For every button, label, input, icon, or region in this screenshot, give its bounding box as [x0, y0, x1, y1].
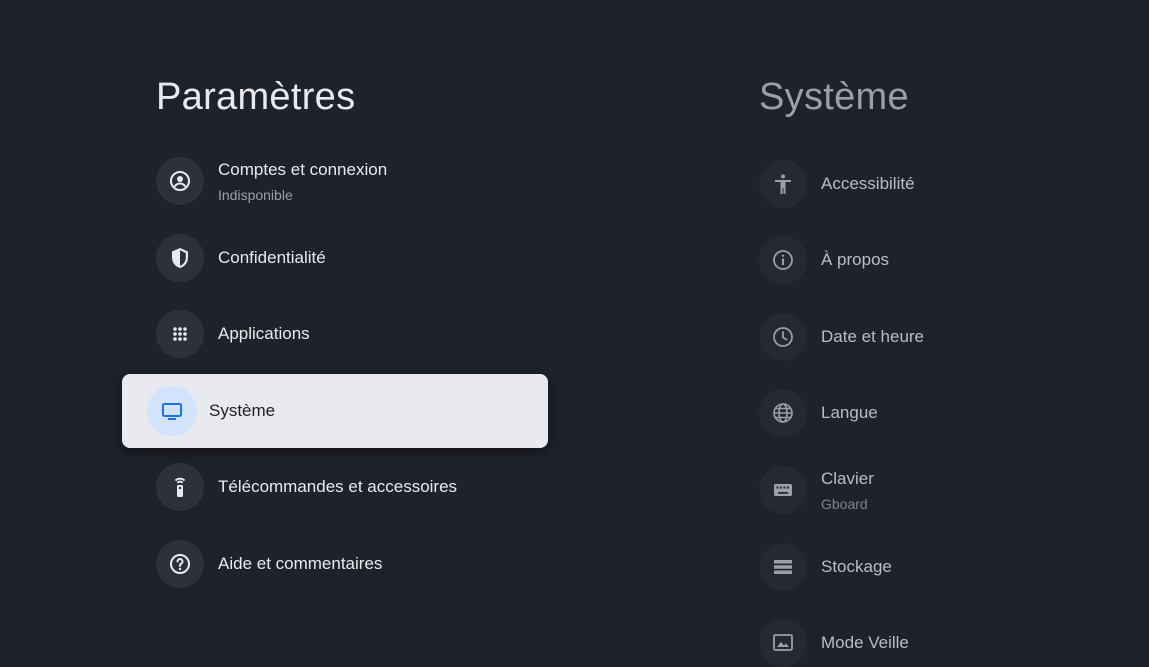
accessibility-icon [759, 160, 807, 208]
tv-icon [147, 386, 197, 436]
page-title: Paramètres [156, 76, 356, 118]
menu-item-label: Stockage [821, 557, 892, 576]
storage-icon [759, 543, 807, 591]
clock-icon [759, 313, 807, 361]
menu-item-privacy[interactable]: Confidentialité [156, 234, 548, 282]
panel-title: Système [759, 76, 909, 118]
menu-item-accounts[interactable]: Comptes et connexion Indisponible [156, 157, 548, 205]
menu-item-keyboard[interactable]: Clavier Gboard [759, 466, 874, 514]
menu-item-accessibility[interactable]: Accessibilité [759, 160, 915, 208]
menu-item-label: Système [209, 401, 276, 420]
menu-item-label: Mode Veille [821, 633, 909, 652]
menu-item-help[interactable]: Aide et commentaires [156, 540, 548, 588]
menu-item-label: Confidentialité [218, 248, 326, 267]
menu-item-storage[interactable]: Stockage [759, 543, 892, 591]
menu-item-label: Télécommandes et accessoires [218, 477, 458, 496]
info-icon [759, 236, 807, 284]
menu-item-sublabel: Indisponible [218, 186, 293, 203]
menu-item-remotes[interactable]: Télécommandes et accessoires [156, 463, 548, 511]
menu-item-language[interactable]: Langue [759, 389, 878, 437]
menu-item-about[interactable]: À propos [759, 236, 889, 284]
menu-item-system-selected[interactable]: Système [122, 374, 548, 448]
account-circle-icon [156, 157, 204, 205]
menu-item-label: Comptes et connexion [218, 159, 388, 179]
menu-item-label: Applications [218, 324, 310, 343]
menu-item-label: Clavier [821, 468, 874, 488]
menu-item-label: À propos [821, 250, 890, 269]
menu-item-apps[interactable]: Applications [156, 310, 548, 358]
menu-item-label: Langue [821, 403, 878, 422]
menu-item-sublabel: Gboard [821, 495, 868, 512]
apps-grid-icon [156, 310, 204, 358]
menu-item-ambient-mode[interactable]: Mode Veille [759, 619, 909, 667]
menu-item-date-time[interactable]: Date et heure [759, 313, 924, 361]
menu-item-label: Date et heure [821, 327, 925, 346]
help-icon [156, 540, 204, 588]
shield-icon [156, 234, 204, 282]
globe-icon [759, 389, 807, 437]
keyboard-icon [759, 466, 807, 514]
menu-item-label: Aide et commentaires [218, 554, 383, 573]
remote-icon [156, 463, 204, 511]
menu-item-label: Accessibilité [821, 174, 915, 193]
ambient-mode-icon [759, 619, 807, 667]
